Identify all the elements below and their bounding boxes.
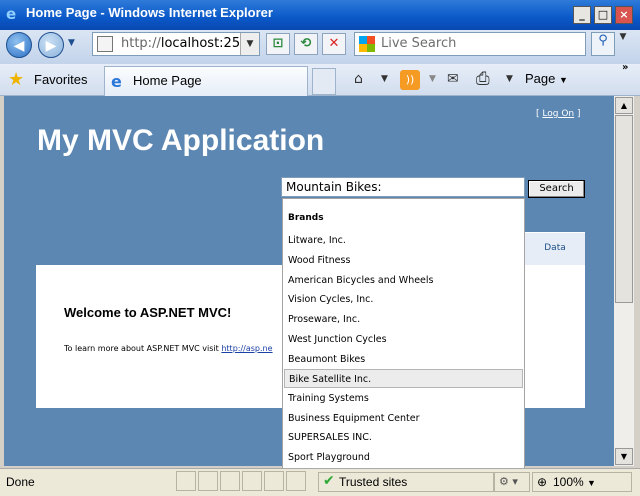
ie-page-icon: e [111, 72, 122, 91]
stop-icon[interactable]: ✕ [322, 33, 346, 55]
maximize-button[interactable]: □ [594, 6, 612, 24]
url-prefix: http:// [121, 36, 161, 51]
print-dropdown-chevron-icon[interactable]: ▼ [506, 68, 513, 90]
status-segment [198, 471, 218, 491]
refresh-icon[interactable]: ⟲ [294, 33, 318, 55]
logon-link[interactable]: Log On [542, 109, 574, 119]
autocomplete-item[interactable]: American Bicycles and Wheels [284, 271, 523, 290]
live-search-logo-icon [359, 36, 375, 52]
address-url[interactable]: http://localhost:251 [121, 36, 248, 51]
logon-bracket-open: [ [536, 109, 540, 119]
ie-logo-icon: e [6, 5, 17, 23]
feeds-dropdown-chevron-icon[interactable]: ▼ [429, 68, 436, 90]
zoom-level: 100% [553, 475, 584, 489]
welcome-heading: Welcome to ASP.NET MVC! [64, 305, 232, 320]
logon-bracket-close: ] [577, 109, 581, 119]
security-zone[interactable]: ✔ Trusted sites [318, 472, 494, 492]
search-placeholder[interactable]: Live Search [381, 36, 456, 51]
forward-arrow-icon[interactable]: ▶ [38, 32, 64, 58]
autocomplete-item-selected[interactable]: Bike Satellite Inc. [284, 369, 523, 388]
status-segment [176, 471, 196, 491]
address-dropdown-icon[interactable]: ▼ [240, 33, 259, 55]
page-menu-button[interactable]: Page ▼ [525, 71, 568, 86]
scroll-down-arrow-icon[interactable]: ▼ [615, 448, 633, 465]
status-segment [286, 471, 306, 491]
logon-area: [ Log On ] [536, 109, 581, 119]
scrollbar-thumb[interactable] [615, 115, 633, 303]
title-bar: e Home Page - Windows Internet Explorer … [0, 0, 640, 30]
status-segment [220, 471, 240, 491]
more-commands-chevron-icon[interactable]: » [622, 62, 628, 73]
page-icon [97, 36, 113, 52]
window-title: Home Page - Windows Internet Explorer [26, 5, 273, 20]
autocomplete-item[interactable]: Training Systems [284, 389, 523, 408]
scroll-up-arrow-icon[interactable]: ▲ [615, 97, 633, 114]
tab-title: Home Page [133, 73, 202, 88]
status-bar: Done ✔ Trusted sites ⚙ ▾ ⊕ 100% ▼ [0, 468, 640, 496]
search-options-chevron-icon[interactable]: ▼ [615, 32, 631, 56]
autocomplete-header: Brands [288, 213, 324, 223]
app-title: My MVC Application [37, 124, 325, 157]
address-field[interactable]: http://localhost:251 ▼ [92, 32, 260, 56]
learn-more-link[interactable]: http://asp.ne [221, 344, 272, 353]
home-icon[interactable]: ⌂ [354, 68, 363, 90]
vertical-scrollbar[interactable]: ▲ ▼ [614, 96, 634, 466]
status-segment [264, 471, 284, 491]
security-zone-label: Trusted sites [339, 475, 408, 489]
page-menu-chevron-icon: ▼ [559, 75, 568, 85]
zoom-chevron-icon: ▼ [587, 478, 596, 488]
search-input[interactable]: Mountain Bikes: [281, 177, 525, 197]
autocomplete-item[interactable]: West Junction Cycles [284, 330, 523, 349]
zoom-icon: ⊕ [537, 475, 548, 489]
favorites-button[interactable]: Favorites [34, 72, 87, 87]
status-text: Done [6, 475, 35, 489]
print-icon[interactable]: ⎙ [476, 68, 490, 90]
feeds-icon[interactable]: )) [400, 70, 420, 90]
protected-mode-icon[interactable]: ⚙ ▾ [494, 472, 530, 492]
autocomplete-list: Brands Litware, Inc. Wood Fitness Americ… [282, 198, 525, 470]
learn-more-text: To learn more about ASP.NET MVC visit ht… [64, 344, 273, 353]
back-arrow-icon[interactable]: ◀ [6, 32, 32, 58]
autocomplete-item[interactable]: Proseware, Inc. [284, 310, 523, 329]
home-dropdown-chevron-icon[interactable]: ▼ [381, 68, 388, 90]
autocomplete-item[interactable]: Sport Playground [284, 448, 523, 467]
favorites-star-icon[interactable]: ★ [8, 69, 24, 90]
autocomplete-item[interactable]: Business Equipment Center [284, 409, 523, 428]
search-icon[interactable]: ⚲ [591, 32, 615, 56]
autocomplete-item[interactable]: Beaumont Bikes [284, 350, 523, 369]
minimize-button[interactable]: _ [573, 6, 591, 24]
search-field[interactable]: Live Search [354, 32, 586, 56]
autocomplete-item[interactable]: Wood Fitness [284, 251, 523, 270]
url-host: localhost:251 [160, 36, 249, 51]
autocomplete-item[interactable]: SUPERSALES INC. [284, 428, 523, 447]
mail-icon[interactable]: ✉ [447, 68, 459, 90]
close-window-button[interactable]: × [615, 6, 633, 24]
autocomplete-item[interactable]: Litware, Inc. [284, 231, 523, 250]
new-tab-button[interactable] [312, 68, 336, 95]
zoom-control[interactable]: ⊕ 100% ▼ [532, 472, 632, 492]
learn-more-label: To learn more about ASP.NET MVC visit [64, 344, 219, 353]
autocomplete-item[interactable]: Vision Cycles, Inc. [284, 290, 523, 309]
search-button[interactable]: Search [528, 180, 585, 198]
compatibility-view-icon[interactable]: ⊡ [266, 33, 290, 55]
recent-pages-chevron-icon[interactable]: ▼ [68, 38, 75, 48]
menu-item-data[interactable]: Data [525, 233, 585, 265]
tab-home-page[interactable]: e Home Page [104, 66, 308, 96]
status-segment [242, 471, 262, 491]
checkmark-icon: ✔ [323, 473, 335, 489]
page-menu-label: Page [525, 71, 556, 86]
